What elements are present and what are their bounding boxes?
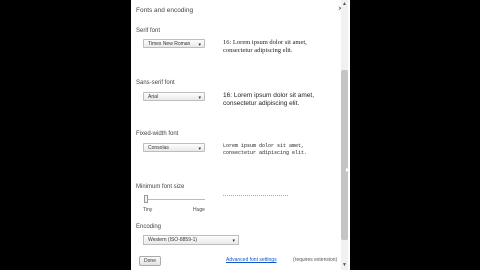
advanced-font-settings-link[interactable]: Advanced font settings [226, 257, 277, 263]
fixed-sample-line1: Lorem ipsum dolor sit amet, [223, 143, 305, 149]
scroll-up-icon[interactable]: ▲ [342, 1, 347, 7]
done-button[interactable]: Done [139, 256, 161, 266]
serif-sample-line2: consectetur adipiscing elit. [223, 47, 293, 54]
chevron-down-icon: ▾ [232, 238, 235, 244]
min-font-size-slider[interactable] [144, 195, 148, 203]
fixed-font-select[interactable]: Consolas ▾ [143, 143, 205, 152]
scroll-down-icon[interactable]: ▼ [342, 262, 347, 268]
min-font-size-label: Minimum font size [136, 184, 185, 190]
encoding-select[interactable]: Western (ISO-8859-1) ▾ [143, 235, 239, 245]
scrollbar-thumb[interactable] [341, 70, 348, 240]
sans-font-select[interactable]: Arial ▾ [143, 92, 205, 101]
sans-sample: 16: Lorem ipsum dolor sit amet, consecte… [223, 92, 314, 108]
fixed-sample-line2: consectetur adipiscing elit. [223, 150, 308, 156]
sans-sample-line2: consectetur adipiscing elit. [223, 100, 300, 107]
fixed-sample: Lorem ipsum dolor sit amet, consectetur … [223, 143, 307, 157]
serif-font-label: Serif font [136, 28, 161, 34]
fixed-font-value: Consolas [148, 145, 169, 151]
sans-sample-line1: 16: Lorem ipsum dolor sit amet, [223, 92, 315, 99]
fonts-dialog: Fonts and encoding × Serif font Times Ne… [131, 0, 350, 270]
chevron-down-icon: ▾ [198, 146, 201, 152]
chevron-down-icon: ▾ [198, 42, 201, 48]
chevron-down-icon: ▾ [198, 95, 201, 101]
sans-font-value: Arial [148, 94, 159, 100]
dialog-title: Fonts and encoding [136, 7, 194, 14]
sans-font-label: Sans-serif font [136, 80, 175, 86]
encoding-value: Western (ISO-8859-1) [148, 237, 198, 243]
huge-label: Huge [193, 207, 205, 213]
serif-sample-line1: 16: Lorem ipsum dolor sit amet, [223, 39, 307, 46]
min-font-size-track [145, 199, 205, 200]
fixed-font-label: Fixed-width font [136, 131, 179, 137]
min-size-sample [223, 195, 288, 196]
serif-font-value: Times New Roman [148, 41, 191, 47]
requires-extension-note: (requires extension) [293, 257, 338, 263]
encoding-label: Encoding [136, 224, 162, 230]
cursor-icon: ▸ [346, 165, 351, 174]
serif-sample: 16: Lorem ipsum dolor sit amet, consecte… [223, 39, 307, 55]
tiny-label: Tiny [143, 207, 153, 213]
serif-font-select[interactable]: Times New Roman ▾ [143, 39, 205, 48]
